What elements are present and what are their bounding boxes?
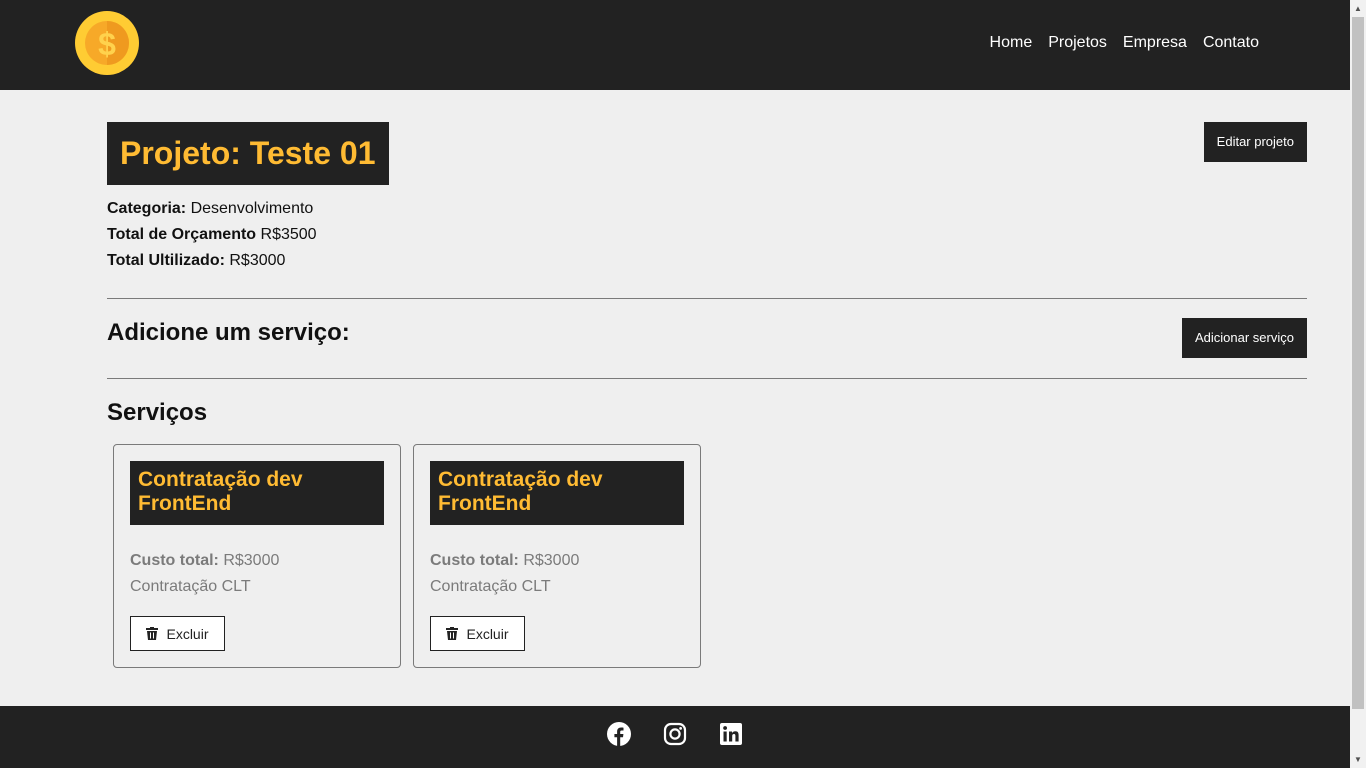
page-scrollbar[interactable]: ▲ ▼: [1350, 0, 1366, 768]
delete-service-button[interactable]: Excluir: [430, 616, 525, 651]
used-info: Total Ultilizado: R$3000: [107, 252, 285, 270]
scrollbar-thumb[interactable]: [1352, 17, 1364, 709]
service-description: Contratação CLT: [430, 578, 551, 595]
cost-label: Custo total:: [130, 552, 219, 569]
trash-icon: [146, 627, 159, 640]
linkedin-icon[interactable]: [719, 722, 743, 746]
used-value: R$3000: [229, 252, 286, 269]
budget-value: R$3500: [260, 226, 317, 243]
divider: [107, 298, 1307, 299]
service-name: Contratação dev FrontEnd: [430, 461, 684, 525]
add-service-button[interactable]: Adicionar serviço: [1182, 318, 1307, 358]
page-title: Projeto: Teste 01: [107, 122, 390, 185]
budget-info: Total de Orçamento R$3500: [107, 226, 317, 244]
service-card: Contratação dev FrontEnd Custo total: R$…: [413, 444, 701, 668]
nav-link-contato[interactable]: Contato: [1203, 34, 1259, 52]
category-info: Categoria: Desenvolvimento: [107, 200, 313, 218]
delete-label: Excluir: [466, 625, 509, 642]
budget-label: Total de Orçamento: [107, 226, 257, 243]
add-service-title: Adicione um serviço:: [107, 319, 350, 346]
category-value: Desenvolvimento: [190, 200, 314, 217]
service-cost: Custo total: R$3000: [130, 552, 279, 570]
divider: [107, 378, 1307, 379]
cost-label: Custo total:: [430, 552, 519, 569]
cost-value: R$3000: [223, 552, 280, 569]
scroll-down-icon[interactable]: ▼: [1350, 751, 1366, 768]
delete-label: Excluir: [166, 625, 209, 642]
nav-links: Home Projetos Empresa Contato: [990, 34, 1259, 52]
instagram-icon[interactable]: [663, 722, 687, 746]
edit-project-button[interactable]: Editar projeto: [1203, 122, 1307, 162]
service-description: Contratação CLT: [130, 578, 251, 595]
delete-service-button[interactable]: Excluir: [130, 616, 225, 651]
nav-link-empresa[interactable]: Empresa: [1123, 34, 1187, 52]
cost-value: R$3000: [523, 552, 580, 569]
service-name: Contratação dev FrontEnd: [130, 461, 384, 525]
scroll-up-icon[interactable]: ▲: [1350, 0, 1366, 17]
trash-icon: [446, 627, 459, 640]
service-cost: Custo total: R$3000: [430, 552, 579, 570]
services-title: Serviços: [107, 399, 208, 426]
facebook-icon[interactable]: [607, 722, 631, 746]
nav-link-home[interactable]: Home: [990, 34, 1033, 52]
svg-text:$: $: [98, 26, 116, 62]
used-label: Total Ultilizado:: [107, 252, 225, 269]
dollar-coin-icon[interactable]: $: [75, 11, 139, 75]
service-card: Contratação dev FrontEnd Custo total: R$…: [113, 444, 401, 668]
category-label: Categoria:: [107, 200, 187, 217]
navbar: $ Home Projetos Empresa Contato: [0, 0, 1350, 90]
nav-link-projetos[interactable]: Projetos: [1048, 34, 1107, 52]
project-details: Projeto: Teste 01 Editar projeto Categor…: [0, 90, 1350, 706]
footer: [0, 706, 1350, 768]
